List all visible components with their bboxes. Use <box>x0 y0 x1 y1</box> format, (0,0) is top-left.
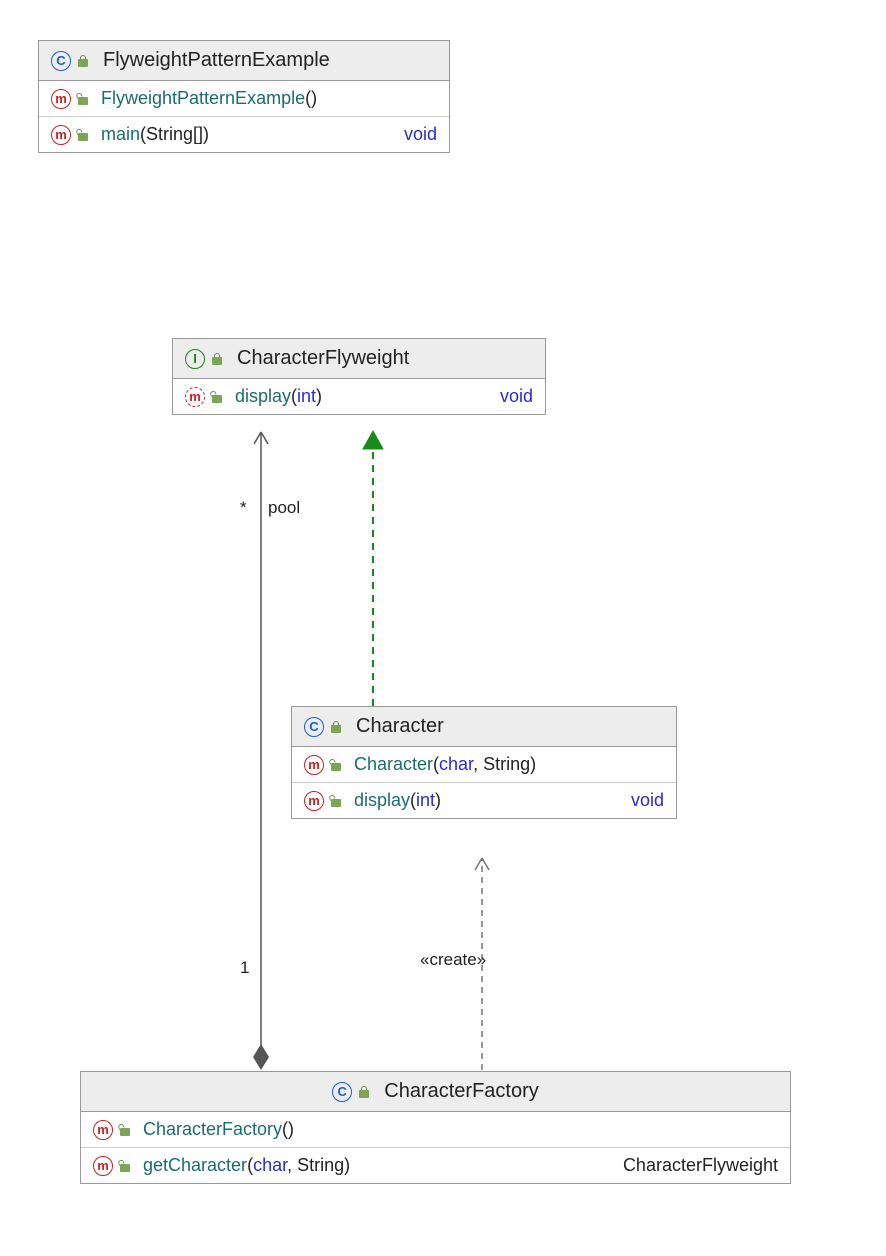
class-header: C FlyweightPatternExample <box>39 41 449 81</box>
visibility-icon <box>358 1086 370 1098</box>
class-header: I CharacterFlyweight <box>173 339 545 379</box>
method-icon: m <box>93 1120 113 1140</box>
visibility-icon <box>77 55 89 67</box>
class-header: C Character <box>292 707 676 747</box>
uml-connectors <box>0 0 886 1256</box>
method-icon: m <box>304 791 324 811</box>
visibility-icon <box>211 353 223 365</box>
pool-role-label: pool <box>268 498 300 518</box>
class-title: FlyweightPatternExample <box>103 49 330 72</box>
method-icon: m <box>93 1156 113 1176</box>
class-title: CharacterFlyweight <box>237 347 409 370</box>
member-row: m Character(char, String) <box>292 747 676 783</box>
interface-character-flyweight: I CharacterFlyweight m display(int) void <box>172 338 546 415</box>
visibility-icon <box>330 795 342 807</box>
class-flyweight-pattern-example: C FlyweightPatternExample m FlyweightPat… <box>38 40 450 153</box>
class-icon: C <box>51 51 71 71</box>
visibility-icon <box>119 1160 131 1172</box>
multiplicity-bottom-label: 1 <box>240 958 249 978</box>
member-row: m getCharacter(char, String) CharacterFl… <box>81 1148 790 1183</box>
method-icon: m <box>304 755 324 775</box>
class-icon: C <box>332 1082 352 1102</box>
member-row: m FlyweightPatternExample() <box>39 81 449 117</box>
member-row: m main(String[]) void <box>39 117 449 152</box>
visibility-icon <box>77 93 89 105</box>
class-character-factory: C CharacterFactory m CharacterFactory() … <box>80 1071 791 1184</box>
visibility-icon <box>119 1124 131 1136</box>
member-row: m CharacterFactory() <box>81 1112 790 1148</box>
visibility-icon <box>330 721 342 733</box>
visibility-icon <box>77 129 89 141</box>
class-character: C Character m Character(char, String) m … <box>291 706 677 819</box>
create-stereotype-label: «create» <box>420 950 486 970</box>
visibility-icon <box>211 391 223 403</box>
abstract-method-icon: m <box>185 387 205 407</box>
multiplicity-top-label: * <box>240 498 247 518</box>
visibility-icon <box>330 759 342 771</box>
class-title: Character <box>356 715 444 738</box>
class-icon: C <box>304 717 324 737</box>
method-icon: m <box>51 125 71 145</box>
class-header: C CharacterFactory <box>81 1072 790 1112</box>
class-title: CharacterFactory <box>384 1080 539 1103</box>
method-icon: m <box>51 89 71 109</box>
member-row: m display(int) void <box>292 783 676 818</box>
interface-icon: I <box>185 349 205 369</box>
member-row: m display(int) void <box>173 379 545 414</box>
